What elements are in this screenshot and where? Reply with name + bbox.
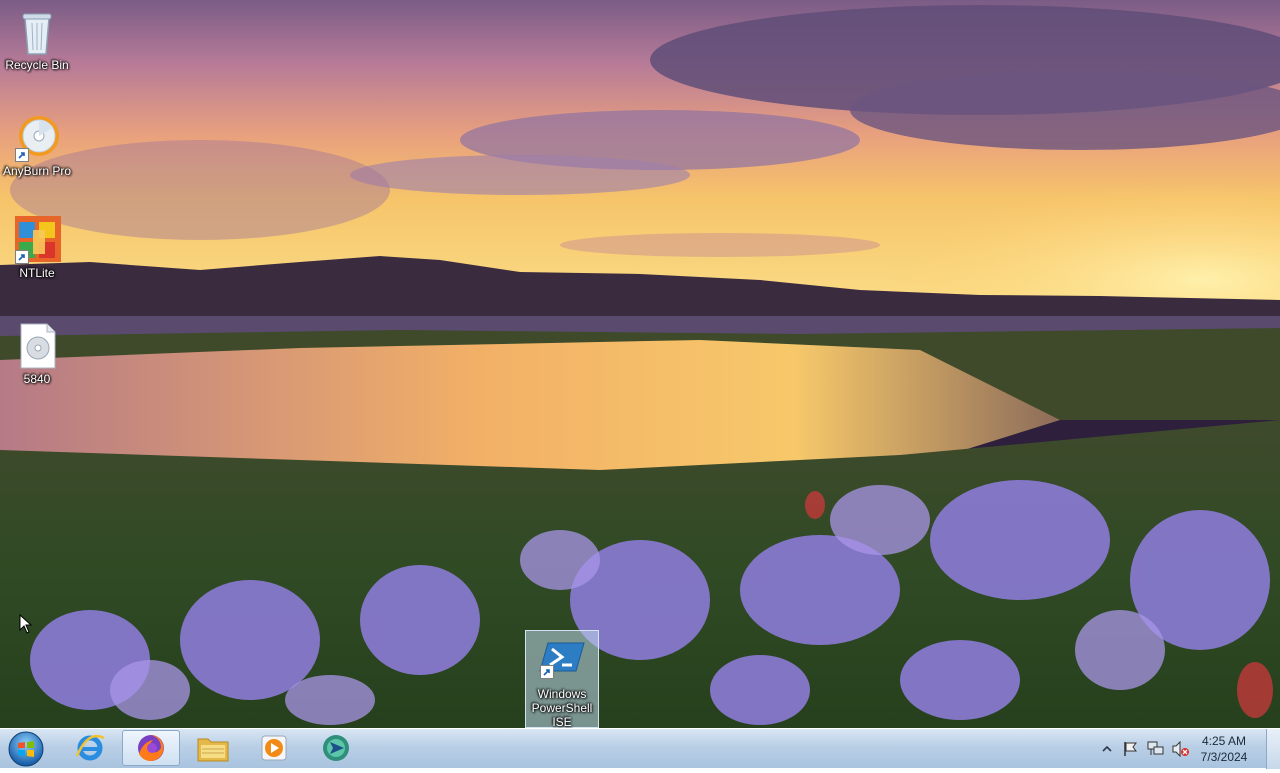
network-icon[interactable] — [1147, 741, 1165, 757]
clock-date: 7/3/2024 — [1200, 750, 1248, 764]
ntlite-icon — [13, 216, 61, 264]
taskbar-internet-explorer[interactable] — [61, 730, 119, 766]
start-button[interactable] — [6, 730, 46, 768]
desktop-icon-ntlite[interactable]: NTLite — [0, 216, 74, 280]
media-player-icon — [261, 735, 287, 761]
shortcut-arrow-icon — [15, 148, 29, 162]
taskbar: 4:25 AM 7/3/2024 — [0, 728, 1280, 769]
desktop-icon-label: Windows PowerShell ISE — [531, 687, 593, 728]
firefox-icon — [138, 735, 164, 761]
disc-burner-icon — [13, 114, 61, 162]
mouse-cursor-icon — [19, 614, 33, 634]
taskbar-app-globe[interactable] — [307, 730, 365, 766]
internet-explorer-icon — [75, 734, 105, 761]
taskbar-firefox[interactable] — [122, 730, 180, 766]
clock-time: 4:25 AM — [1201, 734, 1247, 748]
desktop-icon-label: Recycle Bin — [5, 58, 69, 72]
wallpaper-landscape — [0, 0, 1280, 728]
desktop-icon-recycle-bin[interactable]: Recycle Bin — [0, 8, 74, 72]
show-desktop-button[interactable] — [1266, 729, 1280, 769]
desktop-icon-label: NTLite — [19, 266, 55, 280]
folder-icon — [197, 738, 229, 762]
taskbar-file-explorer[interactable] — [184, 730, 242, 766]
desktop-icon-windows-powershell-ise[interactable]: Windows PowerShell ISE — [525, 630, 599, 728]
windows-orb-icon — [8, 731, 44, 767]
shortcut-arrow-icon — [15, 250, 29, 264]
powershell-icon — [538, 637, 586, 685]
desktop-icon-5840[interactable]: 5840 — [0, 322, 74, 386]
desktop-icon-label: 5840 — [23, 372, 51, 386]
desktop-icon-anyburn-pro[interactable]: AnyBurn Pro — [0, 114, 74, 178]
taskbar-clock[interactable]: 4:25 AM 7/3/2024 — [1186, 733, 1262, 765]
shortcut-arrow-icon — [540, 665, 554, 679]
desktop[interactable]: Recycle Bin AnyBurn Pro NTLite 5840 Wind… — [0, 0, 1280, 728]
taskbar-media-player[interactable] — [245, 730, 303, 766]
desktop-icon-label: AnyBurn Pro — [2, 164, 72, 178]
globe-arrow-icon — [323, 735, 349, 761]
recycle-bin-icon — [13, 8, 61, 56]
show-hidden-icons-chevron[interactable] — [1102, 745, 1112, 753]
action-center-flag-icon[interactable] — [1122, 741, 1138, 757]
disc-image-file-icon — [13, 322, 61, 370]
